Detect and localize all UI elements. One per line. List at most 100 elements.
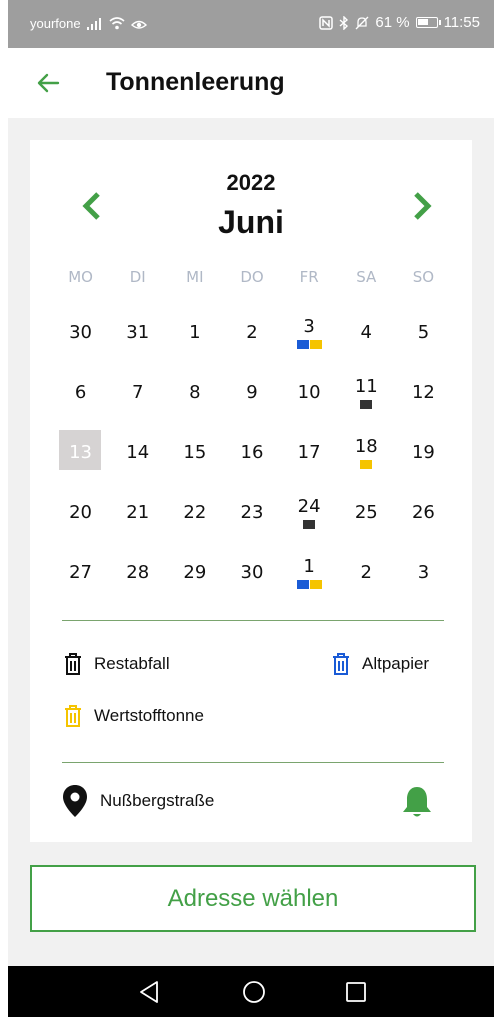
day-number: 3 [417,561,430,583]
calendar-day[interactable]: 10 [281,362,338,422]
day-number: 31 [126,321,150,343]
calendar-day[interactable]: 28 [109,542,166,602]
day-number: 2 [360,561,372,583]
calendar-day[interactable]: 3 [281,302,338,362]
system-home-button[interactable] [240,978,268,1006]
notification-bell-button[interactable] [400,784,434,820]
wifi-icon [109,17,125,30]
triangle-back-icon [140,981,158,1003]
weekday-sa: SA [356,268,377,286]
calendar-day[interactable]: 26 [395,482,452,542]
day-number: 30 [240,561,264,583]
trash-blue-icon [333,653,349,675]
pickup-markers [296,579,322,589]
legend-restabfall-label: Restabfall [94,654,170,673]
carrier-label: yourfone [30,16,81,31]
calendar-day[interactable]: 25 [338,482,395,542]
eye-icon [130,18,147,30]
pickup-marker-yellow [309,579,322,589]
signal-icon [86,17,103,30]
battery-fill [417,19,428,25]
clock: 11:55 [443,14,480,31]
weekday-header: MO DI MI DO FR SA SO [52,268,452,286]
calendar-day[interactable]: 27 [52,542,109,602]
status-bar: yourfone 61 % 11:55 [8,0,494,48]
day-number: 3 [303,315,315,337]
legend-wertstofftonne-label: Wertstofftonne [94,706,204,725]
calendar-day[interactable]: 1 [166,302,223,362]
day-number: 27 [69,561,93,583]
legend-altpapier: Altpapier [330,652,429,676]
day-number: 18 [354,435,378,457]
day-number: 10 [297,381,321,403]
weekday-fr: FR [299,268,319,286]
divider [62,762,444,763]
system-nav-bar [8,966,494,1017]
calendar-day[interactable]: 30 [52,302,109,362]
pickup-marker-blue [296,339,309,349]
calendar-day[interactable]: 4 [338,302,395,362]
calendar-day[interactable]: 21 [109,482,166,542]
day-number: 26 [411,501,435,523]
legend-altpapier-label: Altpapier [362,654,430,673]
choose-address-button[interactable]: Adresse wählen [30,865,476,932]
calendar-day-today[interactable]: 13 [52,422,109,482]
day-number: 24 [297,495,321,517]
calendar-day[interactable]: 20 [52,482,109,542]
day-number: 28 [126,561,150,583]
calendar-day[interactable]: 3 [395,542,452,602]
trash-yellow-icon [65,705,81,727]
address-row: Nußbergstraße [62,784,214,818]
calendar-day[interactable]: 16 [223,422,280,482]
calendar-day[interactable]: 18 [338,422,395,482]
calendar-day[interactable]: 17 [281,422,338,482]
weekday-mo: MO [68,268,93,286]
battery-icon [415,17,441,28]
app-bar: Tonnenleerung [8,48,494,118]
calendar-day[interactable]: 19 [395,422,452,482]
day-number: 22 [183,501,207,523]
day-number: 9 [246,381,258,403]
day-number: 13 [69,441,93,463]
calendar-day[interactable]: 12 [395,362,452,422]
day-number: 4 [360,321,372,343]
calendar-day[interactable]: 29 [166,542,223,602]
legend-restabfall: Restabfall [62,652,170,676]
calendar-day[interactable]: 15 [166,422,223,482]
calendar-day[interactable]: 11 [338,362,395,422]
calendar-day[interactable]: 5 [395,302,452,362]
day-number: 1 [303,555,315,577]
calendar-day[interactable]: 30 [223,542,280,602]
day-number: 21 [126,501,150,523]
day-number: 12 [411,381,435,403]
calendar-day[interactable]: 31 [109,302,166,362]
legend-wertstofftonne: Wertstofftonne [62,704,204,728]
next-month-button[interactable] [402,186,442,226]
system-recents-button[interactable] [342,978,370,1006]
calendar-day[interactable]: 7 [109,362,166,422]
trash-black-icon [65,653,81,675]
calendar-day[interactable]: 6 [52,362,109,422]
pickup-marker-blue [296,579,309,589]
calendar-day[interactable]: 22 [166,482,223,542]
calendar-day[interactable]: 1 [281,542,338,602]
system-back-button[interactable] [136,978,164,1006]
calendar-day[interactable]: 24 [281,482,338,542]
day-number: 17 [297,441,321,463]
day-number: 29 [183,561,207,583]
calendar-day[interactable]: 8 [166,362,223,422]
weekday-do: DO [240,268,264,286]
calendar-day[interactable]: 2 [223,302,280,362]
calendar-day[interactable]: 23 [223,482,280,542]
chevron-right-icon [414,192,432,220]
back-button[interactable] [34,68,64,98]
bluetooth-icon [339,15,349,30]
day-number: 30 [69,321,93,343]
calendar-day[interactable]: 14 [109,422,166,482]
day-number: 8 [189,381,201,403]
page-title: Tonnenleerung [106,68,285,96]
day-number: 6 [74,381,87,403]
calendar-day[interactable]: 2 [338,542,395,602]
calendar-day[interactable]: 9 [223,362,280,422]
mute-bell-icon [355,16,369,30]
